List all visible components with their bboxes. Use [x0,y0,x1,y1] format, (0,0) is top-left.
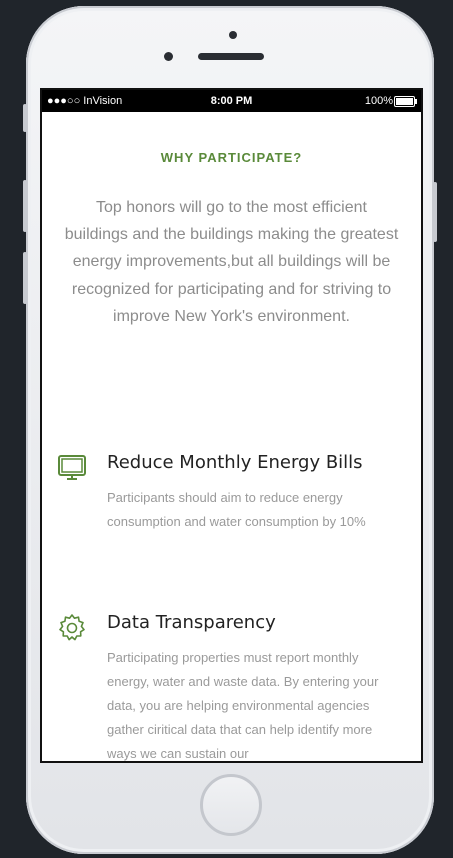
power-button [433,182,437,242]
section-heading: WHY PARTICIPATE? [160,150,303,165]
front-camera-icon [164,52,173,61]
section-intro: Top honors will go to the most efficient… [64,199,399,325]
volume-up-button [23,180,27,232]
home-button[interactable] [200,774,262,836]
mute-switch [23,104,27,132]
camera-icon [229,31,237,39]
feature-description: Participants should aim to reduce energy… [107,490,366,529]
phone-screen: ●●●○○ InVision 8:00 PM 100% WHY PARTICIP… [42,90,421,761]
battery-percent: 100% [364,95,393,107]
feature-title: Data Transparency [107,612,276,633]
monitor-icon [58,455,86,480]
battery-icon [394,96,417,107]
status-bar: ●●●○○ InVision 8:00 PM 100% [42,90,421,112]
earpiece-speaker [198,53,264,60]
feature-title: Reduce Monthly Energy Bills [107,452,363,473]
gear-icon [59,614,85,641]
feature-description: Participating properties must report mon… [107,650,379,761]
volume-down-button [23,252,27,304]
